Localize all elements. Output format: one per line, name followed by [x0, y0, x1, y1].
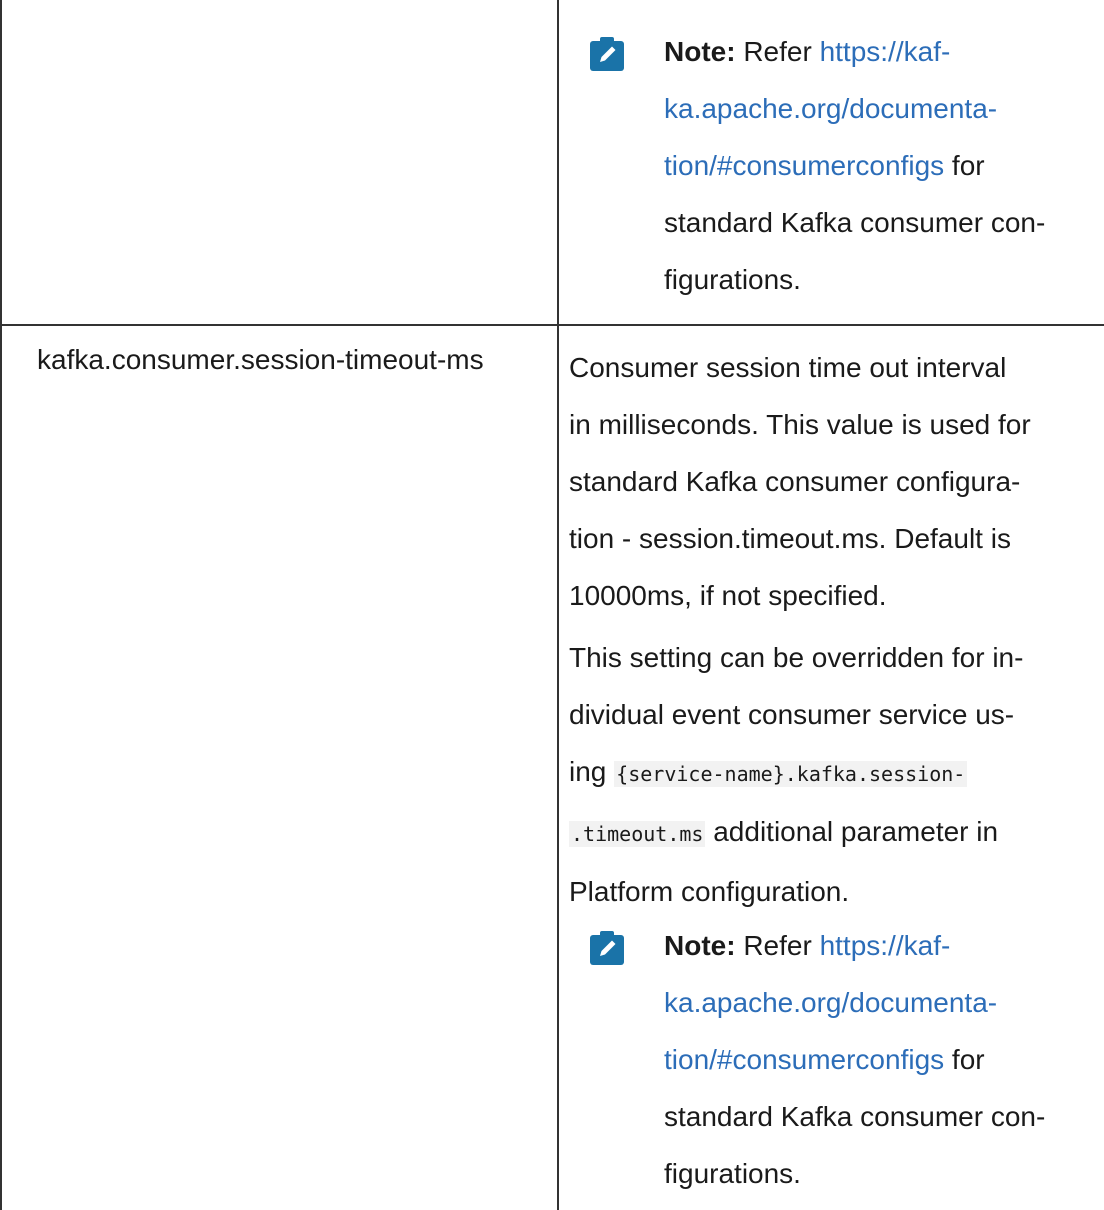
note-top-text: Note: Refer https://kaf- ka.apache.org/d… [664, 36, 1046, 295]
kafka-consumerconfigs-link[interactable]: ka.apache.org/documenta- [664, 987, 997, 1018]
service-session-timeout-code: .timeout.ms [569, 821, 706, 847]
kafka-consumerconfigs-link[interactable]: https://kaf- [820, 930, 951, 961]
pencil-note-icon [590, 931, 624, 965]
note-label: Note: [664, 36, 736, 67]
kafka-consumerconfigs-link[interactable]: ka.apache.org/documenta- [664, 93, 997, 124]
parameter-description: Consumer session time out interval in mi… [569, 339, 1099, 624]
table-column-divider [557, 0, 559, 1210]
override-paragraph: This setting can be overridden for in- d… [569, 642, 1024, 907]
note-bottom-text: Note: Refer https://kaf- ka.apache.org/d… [664, 930, 1046, 1189]
description-paragraph: Consumer session time out interval in mi… [569, 352, 1031, 611]
kafka-consumerconfigs-link[interactable]: tion/#consumerconfigs [664, 1044, 944, 1075]
service-session-timeout-code: {service-name}.kafka.session- [614, 761, 968, 787]
note-label: Note: [664, 930, 736, 961]
kafka-consumerconfigs-link[interactable]: https://kaf- [820, 36, 951, 67]
table-border-left [0, 0, 2, 1210]
pencil-note-icon [590, 37, 624, 71]
table-row-divider [0, 324, 1104, 326]
parameter-name: kafka.consumer.session-timeout-ms [37, 344, 484, 375]
kafka-consumerconfigs-link[interactable]: tion/#consumerconfigs [664, 150, 944, 181]
